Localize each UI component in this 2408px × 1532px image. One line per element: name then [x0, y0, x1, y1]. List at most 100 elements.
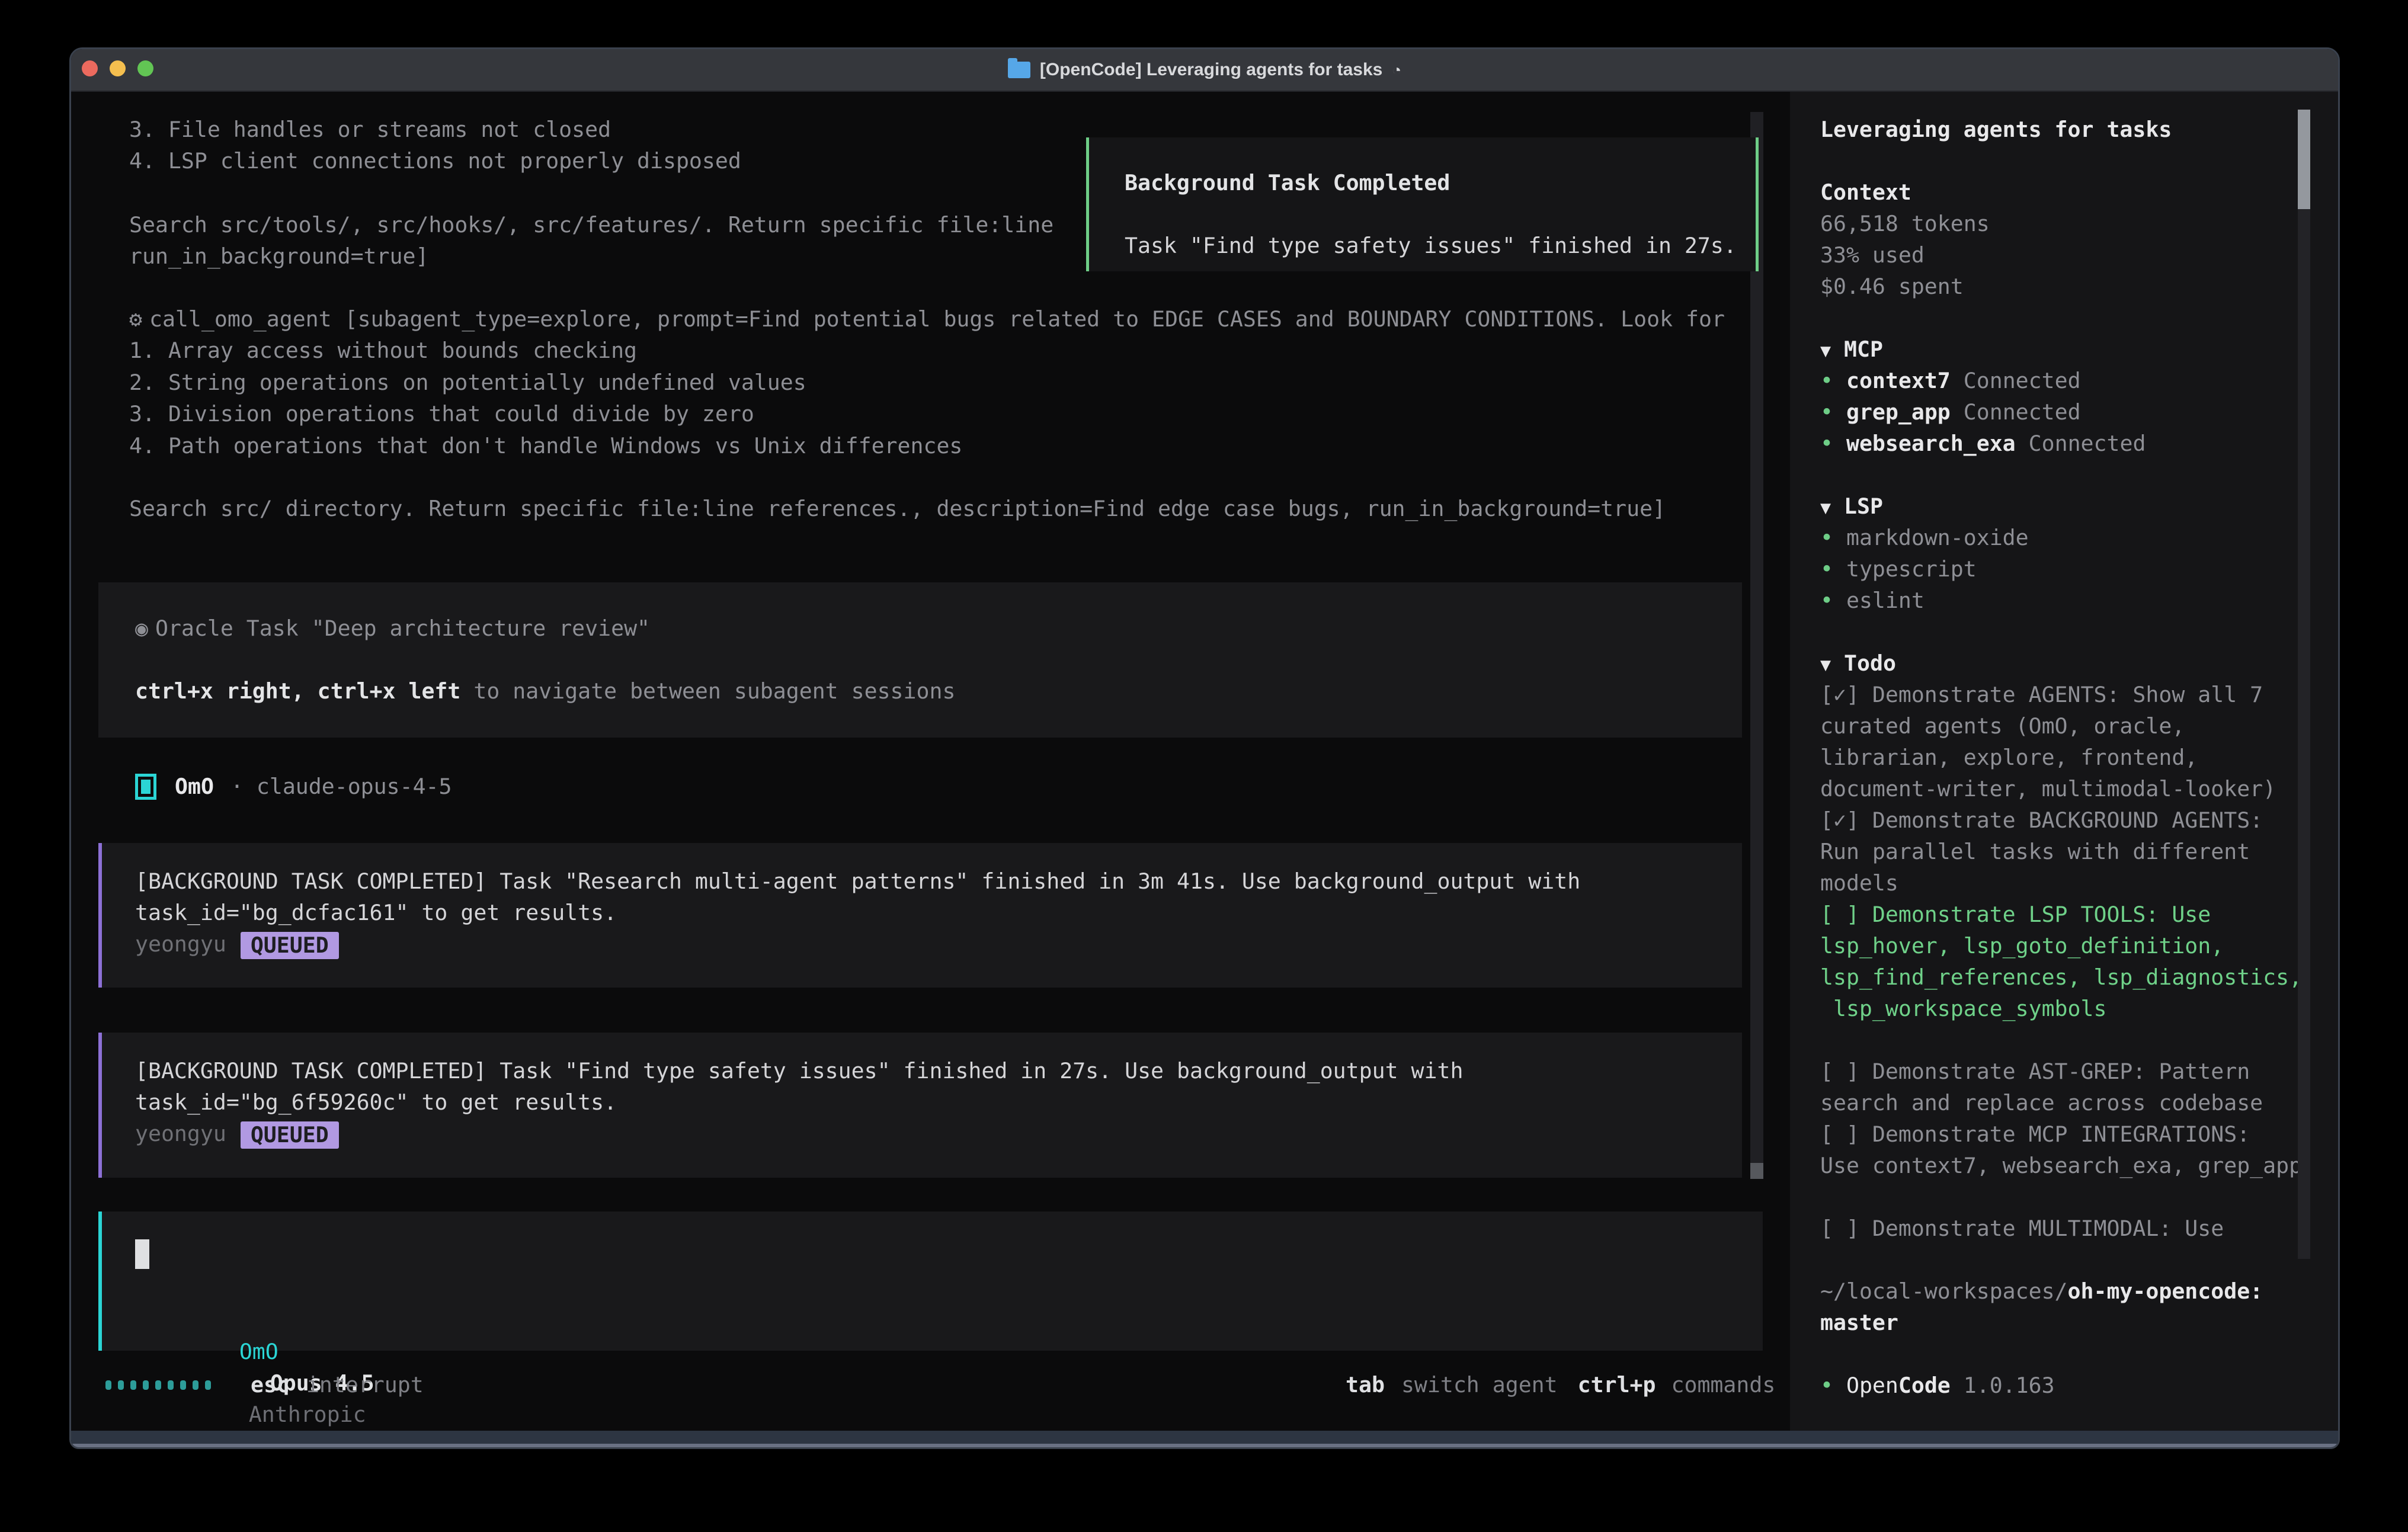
statusbar-left: esc interrupt — [105, 1369, 424, 1400]
conversation-scrollbar-thumb[interactable] — [1750, 1163, 1763, 1179]
zoom-button[interactable] — [137, 60, 153, 76]
message-author: yeongyu — [135, 1121, 226, 1146]
todo-item-line: [ ] Demonstrate MCP INTEGRATIONS: — [1820, 1118, 2338, 1150]
sidebar-scrollbar[interactable] — [2298, 110, 2310, 1259]
chevron-down-icon: ▼ — [1820, 498, 1831, 518]
oracle-task-text: Oracle Task "Deep architecture review" — [155, 616, 650, 641]
mcp-name: websearch_exa — [1846, 431, 2016, 456]
window-controls — [82, 60, 153, 76]
prompt-input[interactable]: OmO Opus 4.5 Anthropic — [98, 1212, 1763, 1351]
todo-item-line: document-writer, multimodal-looker) — [1820, 773, 2338, 805]
mcp-status: Connected — [1964, 368, 2081, 393]
close-button[interactable] — [82, 60, 98, 76]
lsp-name: eslint — [1846, 588, 1925, 613]
mcp-heading: MCP — [1844, 336, 1883, 362]
navigation-hint: ctrl+x right, ctrl+x left to navigate be… — [135, 675, 1742, 707]
spinner-dots-icon — [105, 1380, 211, 1390]
todo-item-line: [✓] Demonstrate BACKGROUND AGENTS: — [1820, 805, 2338, 836]
oracle-task-panel: ◉Oracle Task "Deep architecture review" … — [98, 582, 1742, 738]
workspace-branch: master — [1820, 1307, 2338, 1338]
input-meta: OmO Opus 4.5 Anthropic — [135, 1305, 374, 1336]
lsp-heading: LSP — [1844, 493, 1883, 519]
conversation-scrollbar[interactable] — [1750, 112, 1763, 1179]
background-task-message: [BACKGROUND TASK COMPLETED] Task "Find t… — [98, 1033, 1742, 1178]
terminal-line: 1. Array access without bounds checking — [129, 335, 637, 366]
lsp-item: • markdown-oxide — [1820, 522, 2338, 553]
sidebar-scrollbar-thumb[interactable] — [2298, 110, 2310, 209]
chevron-down-icon: ▼ — [1820, 655, 1831, 675]
context-heading: Context — [1820, 177, 2338, 208]
chevron-down-icon: ▼ — [1820, 341, 1831, 361]
terminal-line: 2. String operations on potentially unde… — [129, 367, 806, 398]
tool-call-line: ⚙call_omo_agent [subagent_type=explore, … — [129, 303, 1725, 335]
session-title: Leveraging agents for tasks — [1820, 114, 2338, 145]
todo-item-line: [ ] Demonstrate MULTIMODAL: Use — [1820, 1213, 2338, 1244]
status-dot-icon: • — [1820, 588, 1833, 613]
mcp-item: • grep_app Connected — [1820, 396, 2338, 428]
hint-keys: ctrl+x right, ctrl+x left — [135, 678, 460, 704]
workspace-path-repo: oh-my-opencode: — [2068, 1278, 2263, 1304]
terminal-line: 4. LSP client connections not properly d… — [129, 145, 741, 177]
status-dot-icon: • — [1820, 556, 1833, 582]
oracle-task-line: ◉ Oracle Task "Deep architecture review" — [135, 613, 1742, 644]
todo-item-line: Use context7, websearch_exa, grep_app — [1820, 1150, 2338, 1181]
workspace-path-prefix: ~/local-workspaces/ — [1820, 1278, 2068, 1304]
todo-item-line-active: [ ] Demonstrate LSP TOOLS: Use — [1820, 899, 2338, 930]
window-title: [OpenCode] Leveraging agents for tasks ◔ — [1008, 60, 1401, 80]
message-meta: yeongyu QUEUED — [135, 928, 1742, 960]
app-name-regular: Open — [1846, 1373, 1898, 1398]
lsp-item: • eslint — [1820, 585, 2338, 616]
lsp-name: typescript — [1846, 556, 1977, 582]
terminal-line: 3. Division operations that could divide… — [129, 398, 754, 430]
radio-dot-icon: ◉ — [135, 616, 148, 641]
todo-item-line: search and replace across codebase — [1820, 1087, 2338, 1118]
lsp-item: • typescript — [1820, 553, 2338, 585]
context-spent: $0.46 spent — [1820, 271, 2338, 302]
todo-item-line-active: lsp_hover, lsp_goto_definition, — [1820, 930, 2338, 961]
minimize-button[interactable] — [110, 60, 126, 76]
tab-key-hint: tab — [1346, 1372, 1385, 1398]
gear-icon: ⚙ — [129, 306, 142, 332]
folder-icon — [1008, 62, 1030, 78]
todo-item-line: Run parallel tasks with different — [1820, 836, 2338, 867]
mcp-status: Connected — [1964, 399, 2081, 425]
background-task-notification[interactable]: Background Task Completed Task "Find typ… — [1086, 137, 1759, 271]
lsp-section-header[interactable]: ▼ LSP — [1820, 491, 2338, 522]
progress-circle-icon: ◔ — [1392, 61, 1401, 79]
todo-item-line-active: lsp_workspace_symbols — [1820, 993, 2338, 1024]
workspace-path: ~/local-workspaces/oh-my-opencode: — [1820, 1275, 2338, 1307]
app-version-row: • OpenCode 1.0.163 — [1820, 1370, 2338, 1401]
lsp-name: markdown-oxide — [1846, 525, 2029, 550]
todo-item-line: models — [1820, 867, 2338, 899]
message-meta: yeongyu QUEUED — [135, 1118, 1742, 1149]
message-line: task_id="bg_6f59260c" to get results. — [135, 1086, 1742, 1118]
esc-key-hint: esc — [251, 1372, 290, 1398]
status-dot-icon: • — [1820, 368, 1833, 393]
mcp-name: grep_app — [1846, 399, 1951, 425]
text-cursor — [135, 1239, 149, 1269]
session-sidebar: Leveraging agents for tasks Context 66,5… — [1790, 92, 2338, 1431]
window-bottom-strip — [71, 1431, 2338, 1447]
todo-section-header[interactable]: ▼ Todo — [1820, 648, 2338, 679]
context-tokens: 66,518 tokens — [1820, 208, 2338, 239]
status-dot-icon: • — [1820, 1373, 1833, 1398]
mcp-item: • context7 Connected — [1820, 365, 2338, 396]
app-window: [OpenCode] Leveraging agents for tasks ◔… — [69, 47, 2340, 1449]
notification-title: Background Task Completed — [1125, 167, 1756, 198]
message-line: [BACKGROUND TASK COMPLETED] Task "Resear… — [135, 866, 1742, 897]
ctrlp-key-hint: ctrl+p — [1578, 1372, 1656, 1398]
app-version: 1.0.163 — [1964, 1373, 2055, 1398]
title-bar: [OpenCode] Leveraging agents for tasks ◔ — [71, 49, 2338, 92]
status-badge: QUEUED — [241, 932, 339, 959]
mcp-section-header[interactable]: ▼ MCP — [1820, 334, 2338, 365]
todo-item-line-active: lsp_find_references, lsp_diagnostics, — [1820, 961, 2338, 993]
todo-item-line: librarian, explore, frontend, — [1820, 742, 2338, 773]
terminal-line: 3. File handles or streams not closed — [129, 114, 611, 145]
terminal-line: 4. Path operations that don't handle Win… — [129, 430, 962, 461]
message-author: yeongyu — [135, 931, 226, 957]
todo-item-line: [ ] Demonstrate AST-GREP: Pattern — [1820, 1056, 2338, 1087]
mcp-status: Connected — [2029, 431, 2146, 456]
agent-name: OmO — [175, 774, 214, 799]
status-dot-icon: • — [1820, 525, 1833, 550]
status-badge: QUEUED — [241, 1121, 339, 1149]
